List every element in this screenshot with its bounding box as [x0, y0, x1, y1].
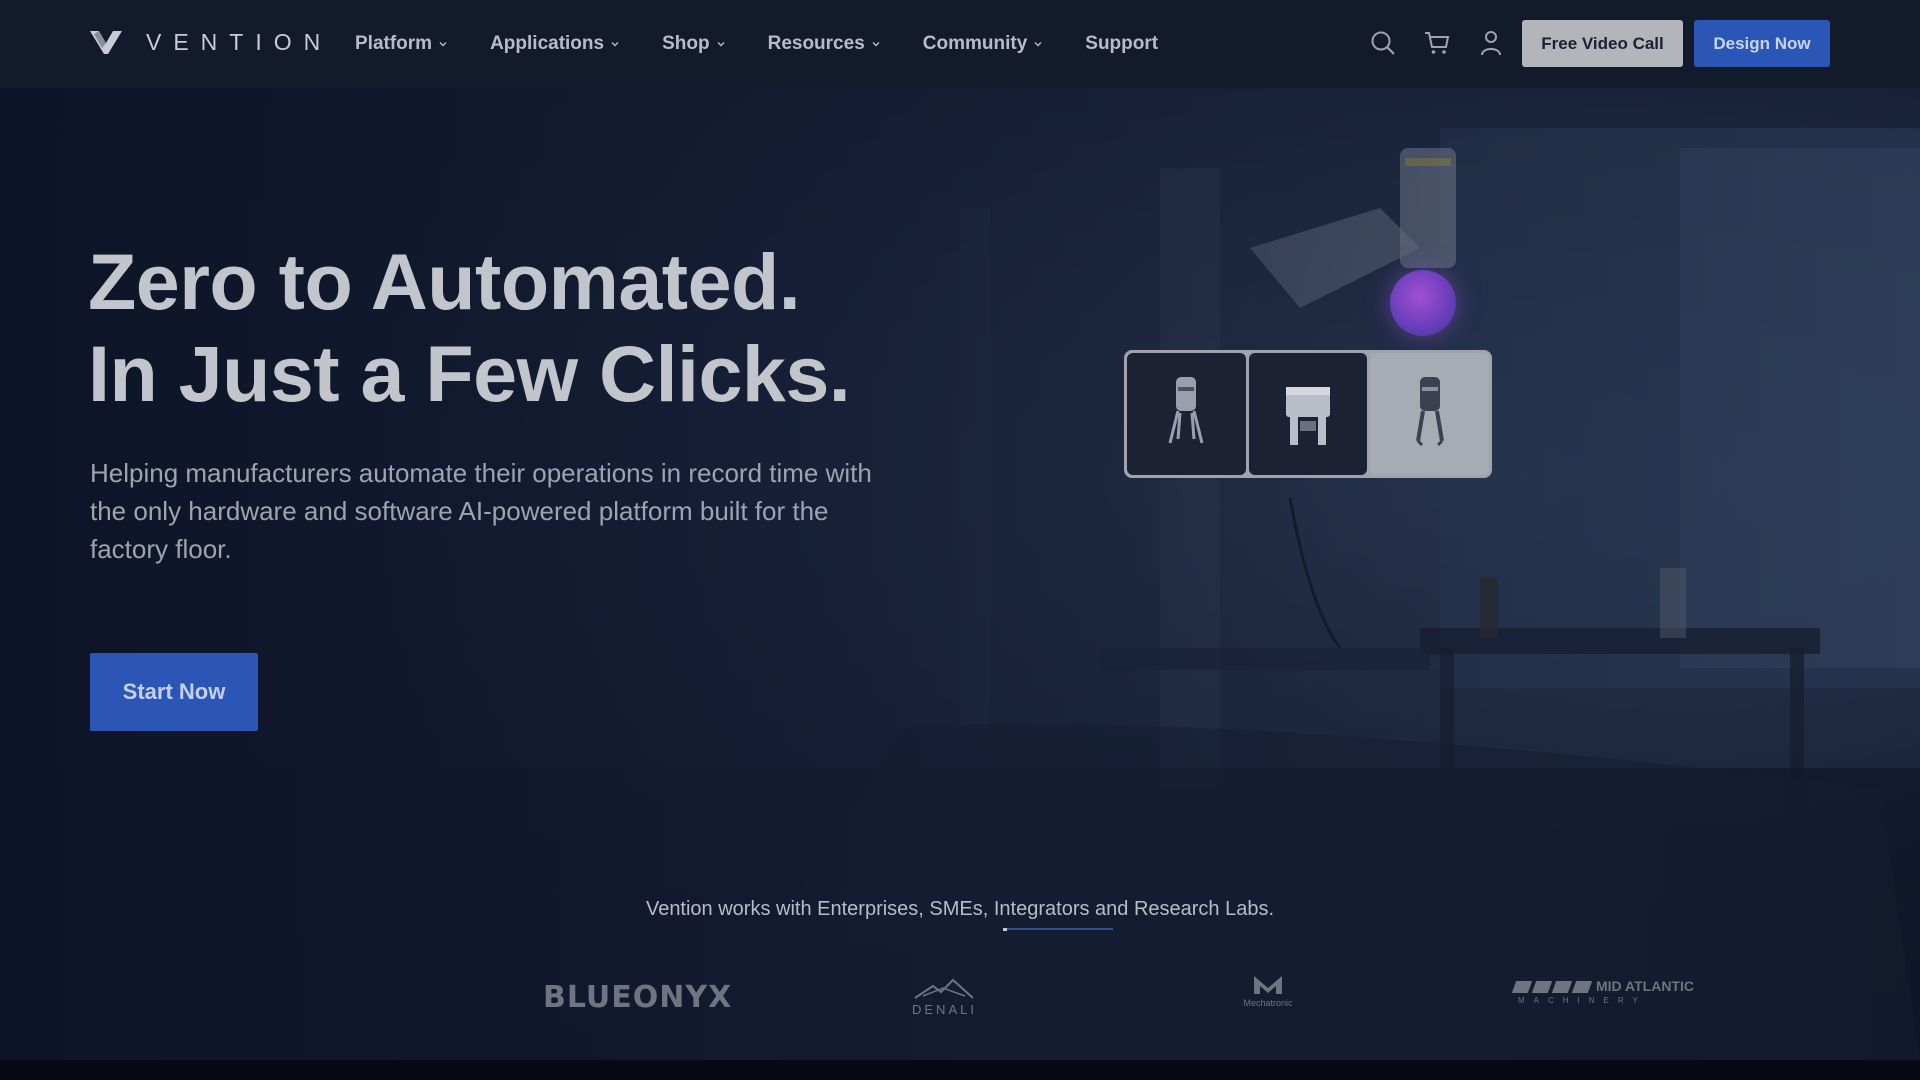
client-logos: BLUEONYX DENALI Mechatronic MID ATLANTIC… — [0, 958, 1920, 1038]
nav-item-label: Support — [1085, 33, 1159, 54]
site-header: VENTION Platform Applications Shop Resou… — [0, 0, 1920, 88]
cart-icon[interactable] — [1422, 28, 1452, 58]
mid-atlantic-logo-subtext: MACHINERY — [1518, 996, 1647, 1005]
clients-intro-label: Vention works with — [645, 898, 812, 920]
denali-logo-text: DENALI — [912, 1002, 977, 1017]
chevron-down-icon — [872, 42, 880, 47]
chevron-down-icon — [717, 42, 725, 47]
search-icon[interactable] — [1368, 28, 1398, 58]
gripper-option-1[interactable] — [1127, 353, 1246, 475]
clients-intro: Vention works with Enterprises, SMEs, In… — [0, 898, 1920, 931]
headline-line-1: Zero to Automated. — [88, 237, 801, 326]
bluonyx-logo: BLUEONYX — [543, 980, 733, 1015]
nav-item-resources[interactable]: Resources — [768, 33, 881, 55]
gripper-icon — [1415, 377, 1444, 447]
nav-item-applications[interactable]: Applications — [490, 33, 620, 55]
design-now-button[interactable]: Design Now — [1694, 20, 1830, 67]
hero-subtext: Helping manufacturers automate their ope… — [90, 458, 872, 564]
mid-atlantic-logo-text: MID ATLANTIC — [1596, 978, 1694, 994]
nav-item-label: Community — [922, 33, 1028, 54]
nav-item-community[interactable]: Community — [923, 33, 1044, 55]
ai-orb-decoration — [1390, 270, 1456, 336]
mountain-icon — [914, 978, 974, 999]
nav-item-label: Platform — [355, 33, 433, 54]
chevron-down-icon — [439, 42, 447, 47]
free-video-call-button[interactable]: Free Video Call — [1522, 20, 1683, 67]
mechatronic-logo: Mechatronic — [1240, 974, 1296, 1008]
gripper-option-3[interactable] — [1370, 353, 1490, 475]
denali-logo: DENALI — [912, 978, 976, 1017]
segment-underline — [1003, 928, 1113, 930]
vention-logo-icon — [90, 31, 122, 54]
user-icon[interactable] — [1476, 28, 1506, 58]
mechatronic-mark-icon — [1254, 976, 1282, 994]
gripper-selector-panel — [1124, 350, 1492, 478]
nav-item-platform[interactable]: Platform — [355, 33, 448, 55]
headline-line-2: In Just a Few Clicks. — [88, 329, 851, 418]
hero-headline: Zero to Automated. In Just a Few Clicks. — [88, 236, 908, 420]
segment-indicator — [1003, 928, 1007, 931]
mechatronic-logo-text: Mechatronic — [1243, 998, 1293, 1008]
clients-segments: Enterprises, SMEs, Integrators and Resea… — [817, 898, 1275, 920]
nav-item-label: Shop — [662, 33, 710, 54]
header-icons — [1368, 28, 1506, 58]
brand-logo[interactable]: VENTION — [88, 28, 332, 56]
brand-name: VENTION — [146, 28, 333, 55]
chevron-down-icon — [1034, 42, 1042, 47]
nav-item-label: Resources — [767, 33, 865, 54]
gripper-icon — [1168, 377, 1204, 444]
mid-atlantic-logo: MID ATLANTIC MACHINERY — [1511, 978, 1694, 1005]
page-bottom-strip — [0, 1060, 1920, 1080]
nav-item-support[interactable]: Support — [1085, 33, 1158, 55]
hero-section: Zero to Automated. In Just a Few Clicks.… — [0, 88, 1920, 1060]
gripper-icon — [1286, 387, 1330, 445]
nav-item-label: Applications — [490, 33, 605, 54]
nav-item-shop[interactable]: Shop — [662, 33, 726, 55]
start-now-button[interactable]: Start Now — [90, 653, 258, 731]
stripes-icon — [1511, 981, 1593, 994]
gripper-option-2[interactable] — [1248, 353, 1368, 475]
main-nav: Platform Applications Shop Resources Com… — [355, 0, 1158, 88]
chevron-down-icon — [611, 42, 619, 47]
